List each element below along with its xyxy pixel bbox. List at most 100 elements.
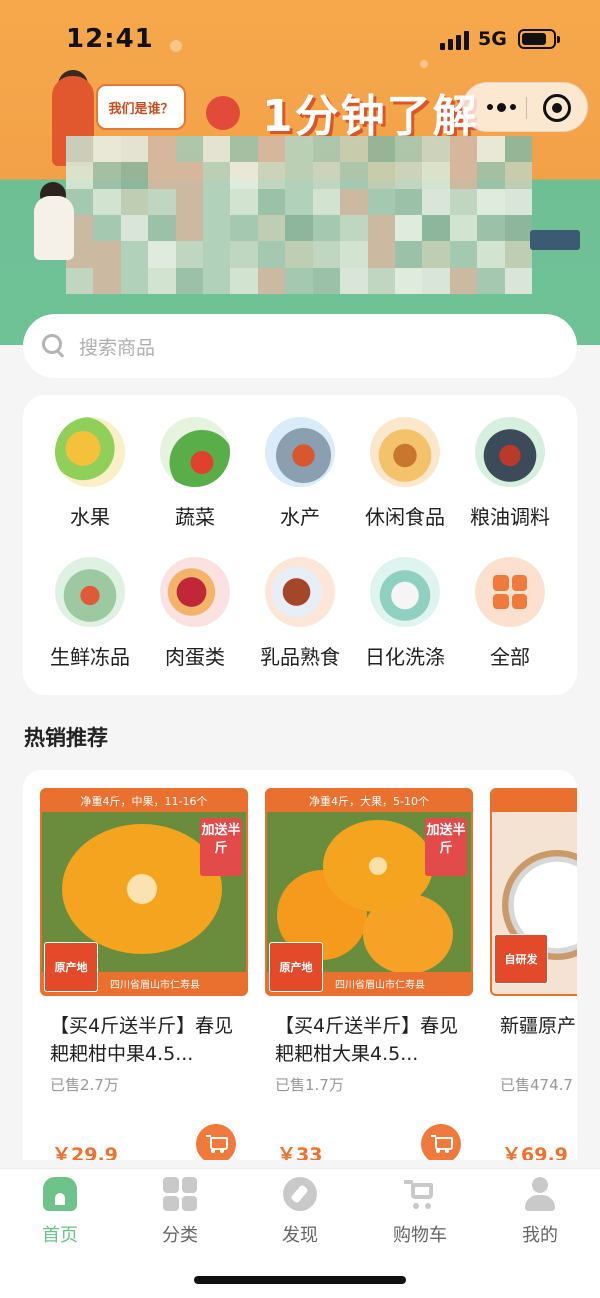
product-image: 20 自研发 (490, 788, 577, 996)
category-item-meat-egg[interactable]: 肉蛋类 (140, 557, 250, 677)
fruit-picture (323, 820, 433, 912)
tab-home[interactable]: 首页 (10, 1177, 110, 1247)
product-card[interactable]: 净重4斤，中果，11-16个 加送半斤 四川省眉山市仁寿县 原产地 【买4斤送半… (40, 788, 248, 1160)
snack-icon (370, 417, 440, 487)
bonus-tag: 加送半斤 (200, 818, 242, 876)
add-to-cart-button[interactable] (196, 1124, 236, 1160)
category-item-grain-oil[interactable]: 粮油调料 (455, 417, 565, 537)
illustration-laptop (530, 230, 580, 250)
mosaic-cell (422, 188, 450, 215)
mosaic-cell (394, 188, 423, 215)
category-item-frozen[interactable]: 生鲜冻品 (35, 557, 145, 677)
mosaic-cell (230, 136, 258, 163)
tab-profile[interactable]: 我的 (490, 1177, 590, 1247)
mosaic-cell (340, 136, 368, 163)
fruit-icon (55, 417, 125, 487)
category-item-vegetable[interactable]: 蔬菜 (140, 417, 250, 537)
mosaic-cell (340, 162, 368, 189)
mosaic-cell (230, 267, 258, 294)
category-item-fruit[interactable]: 水果 (35, 417, 145, 537)
category-item-seafood[interactable]: 水产 (245, 417, 355, 537)
category-icon (163, 1177, 197, 1211)
mosaic-cell (257, 241, 286, 268)
mosaic-cell (422, 241, 450, 268)
category-item-detergent[interactable]: 日化洗涤 (350, 557, 460, 677)
product-image: 净重4斤，中果，11-16个 加送半斤 四川省眉山市仁寿县 原产地 (40, 788, 248, 996)
mosaic-cell (175, 215, 204, 242)
mosaic-cell (257, 215, 286, 242)
mosaic-cell (230, 241, 258, 268)
mosaic-cell (285, 188, 313, 215)
banner-headline: 1分钟了解 (262, 91, 479, 142)
cart-icon (431, 1135, 453, 1153)
mosaic-cell (367, 267, 395, 294)
mosaic-cell (394, 241, 423, 268)
mosaic-cell (422, 215, 450, 242)
banner-blurred-region (66, 136, 532, 294)
product-image-header: 20 (492, 790, 577, 812)
add-to-cart-button[interactable] (421, 1124, 461, 1160)
signal-icon (440, 30, 470, 50)
mosaic-cell (148, 136, 176, 163)
category-item-dairy-deli[interactable]: 乳品熟食 (245, 557, 355, 677)
mosaic-cell (257, 136, 286, 163)
cart-icon (403, 1177, 437, 1211)
category-label: 蔬菜 (175, 505, 215, 529)
mosaic-cell (504, 215, 532, 242)
product-card[interactable]: 20 自研发 新疆原产 已售474.7 ￥69.9 (490, 788, 577, 1160)
mosaic-cell (422, 136, 450, 163)
mosaic-cell (203, 215, 231, 242)
mosaic-cell (449, 267, 478, 294)
product-price: ￥29.9 (52, 1144, 118, 1160)
mosaic-cell (394, 136, 423, 163)
category-item-all[interactable]: 全部 (455, 557, 565, 677)
mosaic-cell (367, 241, 395, 268)
mosaic-cell (120, 241, 149, 268)
tab-category[interactable]: 分类 (130, 1177, 230, 1247)
mosaic-cell (477, 215, 505, 242)
tab-cart[interactable]: 购物车 (370, 1177, 470, 1247)
mosaic-cell (120, 136, 149, 163)
mosaic-cell (203, 241, 231, 268)
mosaic-cell (340, 188, 368, 215)
mosaic-cell (449, 215, 478, 242)
mosaic-cell (285, 267, 313, 294)
tab-discover[interactable]: 发现 (250, 1177, 350, 1247)
all-categories-icon (475, 557, 545, 627)
mosaic-cell (340, 215, 368, 242)
mosaic-cell (367, 162, 395, 189)
mosaic-cell (312, 215, 341, 242)
hero-banner[interactable]: 我们是谁？ 1分钟了解 12:41 5G (0, 0, 600, 345)
mosaic-cell (504, 267, 532, 294)
close-miniprogram-icon[interactable] (543, 94, 571, 122)
search-bar[interactable]: 搜索商品 (23, 314, 577, 378)
mosaic-cell (230, 162, 258, 189)
mosaic-cell (285, 136, 313, 163)
product-card[interactable]: 净重4斤，大果，5-10个 加送半斤 四川省眉山市仁寿县 原产地 【买4斤送半斤… (265, 788, 473, 1160)
bonus-tag: 加送半斤 (425, 818, 467, 876)
tab-label: 购物车 (393, 1225, 447, 1246)
self-developed-badge: 自研发 (494, 934, 548, 984)
mosaic-cell (340, 241, 368, 268)
mosaic-cell (394, 162, 423, 189)
product-sold-count: 已售1.7万 (275, 1076, 344, 1094)
fruit-picture (62, 824, 222, 954)
battery-icon (518, 29, 560, 49)
mosaic-cell (504, 241, 532, 268)
mosaic-cell (477, 162, 505, 189)
product-name: 【买4斤送半斤】春见耙耙柑大果4.5... (275, 1015, 459, 1065)
tab-label: 发现 (282, 1225, 318, 1246)
more-icon[interactable] (479, 95, 523, 119)
mosaic-cell (477, 188, 505, 215)
miniprogram-capsule (462, 82, 588, 132)
status-time: 12:41 (66, 24, 154, 54)
network-type: 5G (478, 28, 507, 50)
mosaic-cell (285, 162, 313, 189)
mosaic-cell (477, 267, 505, 294)
tab-label: 分类 (162, 1225, 198, 1246)
category-item-snack[interactable]: 休闲食品 (350, 417, 460, 537)
section-title-hot: 热销推荐 (24, 726, 108, 750)
mosaic-cell (504, 188, 532, 215)
seafood-icon (265, 417, 335, 487)
mosaic-cell (285, 241, 313, 268)
